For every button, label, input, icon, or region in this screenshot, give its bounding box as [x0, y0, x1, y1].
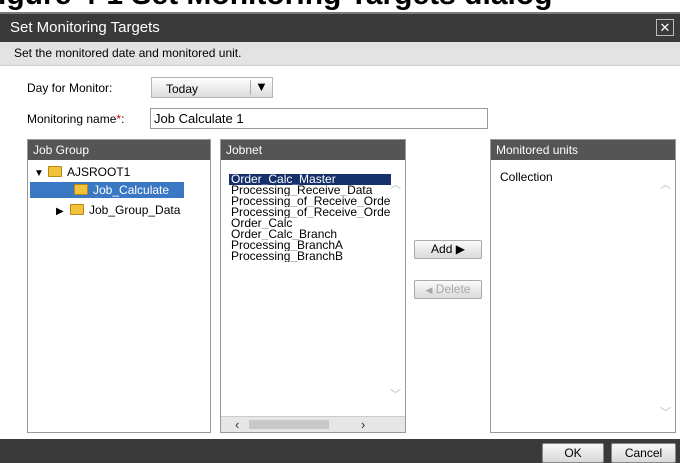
scroll-down-icon[interactable]: ﹀: [660, 404, 671, 420]
monitoring-name-label: Monitoring name*:: [27, 112, 124, 126]
job-group-panel: Job Group ▼ AJSROOT1 Job_Calculate ▶ Job_G…: [27, 139, 211, 433]
jobnet-item[interactable]: Order_Calc_Branch: [229, 229, 391, 240]
dialog-title: Set Monitoring Targets: [10, 19, 160, 36]
jobnet-list[interactable]: Order_Calc_Master Processing_Receive_Dat…: [229, 174, 391, 262]
jobnet-item[interactable]: Processing_BranchB: [229, 251, 391, 262]
scroll-down-icon[interactable]: ﹀: [390, 386, 401, 402]
ok-button[interactable]: OK: [542, 443, 604, 463]
close-icon[interactable]: ✕: [656, 19, 674, 36]
dialog-description-bar: Set the monitored date and monitored uni…: [0, 42, 680, 66]
figure-heading-strip: igure 4-1 Set Monitoring Targets dialog: [0, 0, 680, 12]
scroll-right-icon[interactable]: ›: [361, 417, 365, 432]
monitoring-name-input[interactable]: [151, 109, 487, 128]
cancel-button[interactable]: Cancel: [611, 443, 676, 463]
tree-node-label: Job_Calculate: [93, 183, 170, 197]
horizontal-scrollbar[interactable]: ‹ ›: [221, 416, 405, 432]
arrow-right-icon: ▶: [455, 242, 465, 256]
tree-node-job-group-data[interactable]: ▶ Job_Group_Data: [56, 202, 180, 218]
jobnet-item[interactable]: Processing_BranchA: [229, 240, 391, 251]
dialog-titlebar: Set Monitoring Targets ✕: [0, 12, 680, 42]
triangle-right-icon[interactable]: ▶: [56, 204, 70, 220]
add-button[interactable]: Add ▶: [414, 240, 482, 259]
delete-button[interactable]: ◀ Delete: [414, 280, 482, 299]
jobnet-item[interactable]: Order_Calc: [229, 218, 391, 229]
folder-icon: [48, 166, 62, 177]
jobnet-item[interactable]: Processing_of_Receive_Order: [229, 207, 391, 218]
delete-arrow-icon: ◀: [425, 285, 433, 295]
monitoring-name-colon: :: [121, 112, 125, 126]
figure-heading-text: igure 4-1 Set Monitoring Targets dialog: [0, 0, 553, 12]
jobnet-header: Jobnet: [221, 140, 405, 160]
tree-node-label: Job_Group_Data: [89, 203, 181, 217]
delete-button-label: Delete: [435, 282, 471, 296]
monitoring-name-field[interactable]: [150, 108, 488, 129]
jobnet-item[interactable]: Order_Calc_Master: [229, 174, 391, 185]
jobnet-panel: Jobnet Order_Calc_Master Processing_Rece…: [220, 139, 406, 433]
job-group-header: Job Group: [28, 140, 210, 160]
dialog-footer: OK Cancel: [0, 439, 680, 463]
day-for-monitor-label: Day for Monitor:: [27, 81, 113, 95]
dropdown-arrow-icon: ▼: [255, 79, 268, 94]
monitored-unit-item[interactable]: Collection: [500, 170, 553, 184]
scrollbar-thumb[interactable]: [249, 420, 329, 429]
select-divider: [250, 80, 251, 95]
add-button-label: Add: [431, 242, 453, 256]
triangle-down-icon[interactable]: ▼: [34, 166, 48, 182]
tree-node-job-calculate[interactable]: Job_Calculate: [30, 182, 184, 198]
monitored-units-panel: Monitored units Collection ︿ ﹀: [490, 139, 676, 433]
folder-icon: [74, 184, 88, 195]
jobnet-item[interactable]: Processing_of_Receive_Order: [229, 196, 391, 207]
day-for-monitor-value: Today: [166, 82, 199, 96]
tree-node-label: AJSROOT1: [67, 165, 131, 179]
day-for-monitor-select[interactable]: Today ▼: [151, 77, 273, 98]
jobnet-item[interactable]: Processing_Receive_Data: [229, 185, 391, 196]
dialog-description: Set the monitored date and monitored uni…: [14, 46, 242, 60]
folder-icon: [70, 204, 84, 215]
monitoring-name-label-text: Monitoring name: [27, 112, 117, 126]
tree-node-root[interactable]: ▼ AJSROOT1: [34, 164, 130, 180]
scroll-left-icon[interactable]: ‹: [235, 417, 239, 432]
scroll-up-icon[interactable]: ︿: [390, 176, 401, 192]
scroll-up-icon[interactable]: ︿: [660, 176, 671, 192]
monitored-units-header: Monitored units: [491, 140, 675, 160]
